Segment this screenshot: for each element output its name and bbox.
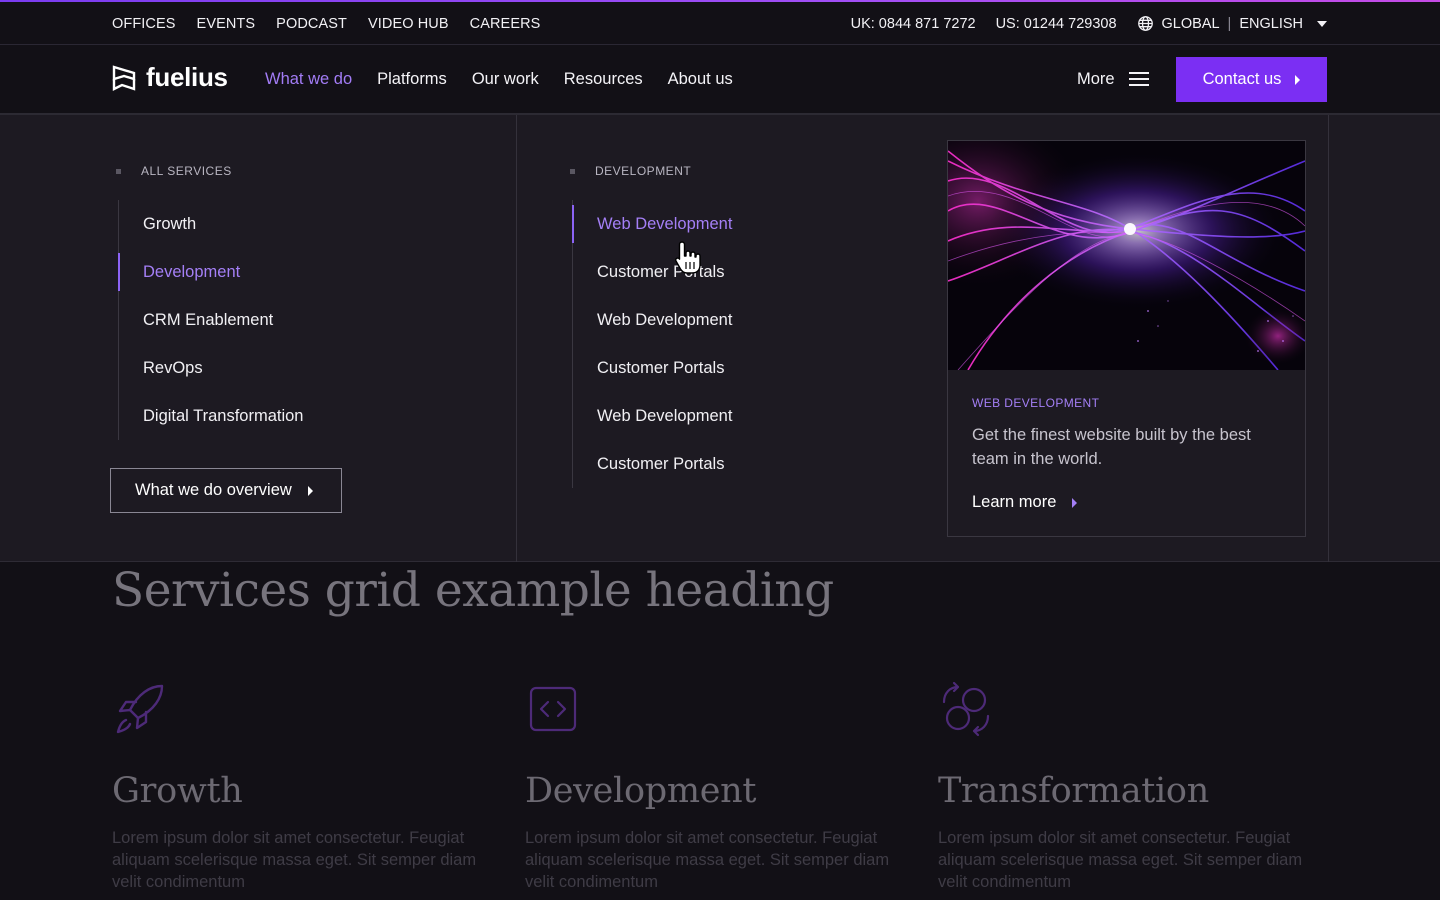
bullet-square-icon [570,168,575,174]
utility-link-offices[interactable]: OFFICES [112,16,176,32]
services-item-development[interactable]: Development [118,248,478,296]
utility-link-events[interactable]: EVENTS [197,16,256,32]
all-services-eyebrow: ALL SERVICES [116,164,232,178]
service-body: Lorem ipsum dolor sit amet consectetur. … [112,829,477,891]
eyebrow-text: ALL SERVICES [141,164,232,178]
nav-what-we-do[interactable]: What we do [265,70,352,89]
globe-icon [1137,16,1153,31]
service-body: Lorem ipsum dolor sit amet consectetur. … [938,829,1303,891]
feature-card[interactable]: WEB DEVELOPMENT Get the finest website b… [947,140,1306,537]
service-card-transformation[interactable]: Transformation Lorem ipsum dolor sit ame… [938,680,1308,893]
chevron-down-icon [1317,20,1327,27]
contact-us-label: Contact us [1202,70,1282,88]
development-list: Web Development Customer Portals Web Dev… [572,200,902,488]
development-item-web-development[interactable]: Web Development [573,296,902,344]
primary-nav: What we do Platforms Our work Resources … [265,45,733,113]
eyebrow-text: DEVELOPMENT [595,164,692,178]
main-header: fuelius What we do Platforms Our work Re… [0,45,1440,115]
nav-resources[interactable]: Resources [564,70,643,89]
utility-bar: OFFICES EVENTS PODCAST VIDEO HUB CAREERS… [0,2,1440,45]
service-title: Transformation [938,771,1209,811]
service-card-development[interactable]: Development Lorem ipsum dolor sit amet c… [525,680,895,893]
development-item-web-development[interactable]: Web Development [572,200,902,248]
caret-right-icon [1295,74,1301,85]
service-card-growth[interactable]: Growth Lorem ipsum dolor sit amet consec… [112,680,482,893]
nav-platforms[interactable]: Platforms [377,70,447,89]
development-item-web-development[interactable]: Web Development [573,392,902,440]
more-label: More [1077,69,1115,88]
development-item-customer-portals[interactable]: Customer Portals [573,344,902,392]
caret-right-icon [1072,497,1078,508]
page-heading: Services grid example heading [112,563,834,618]
language-selector[interactable]: GLOBAL | ENGLISH [1137,15,1327,32]
development-item-customer-portals[interactable]: Customer Portals [573,440,902,488]
more-menu-button[interactable]: More [1077,45,1149,113]
lang-separator: | [1227,15,1232,32]
code-icon [529,686,577,732]
rocket-icon [116,684,164,734]
services-item-revops[interactable]: RevOps [119,344,478,392]
logo-wordmark: fuelius [146,62,228,92]
what-we-do-overview-button[interactable]: What we do overview [110,468,342,513]
service-title: Growth [112,771,243,811]
logo[interactable]: fuelius [112,62,228,93]
learn-more-link[interactable]: Learn more [972,493,1282,512]
bullet-square-icon [116,168,121,174]
transform-icon [942,681,990,737]
services-item-growth[interactable]: Growth [119,200,478,248]
abstract-light-image [948,141,1305,370]
utility-links: OFFICES EVENTS PODCAST VIDEO HUB CAREERS [112,2,540,45]
mega-divider [1328,115,1329,562]
development-item-customer-portals[interactable]: Customer Portals [573,248,902,296]
services-list: Growth Development CRM Enablement RevOps… [118,200,478,440]
utility-contact: UK: 0844 871 7272 US: 01244 729308 GLOBA… [851,2,1327,45]
feature-description: Get the finest website built by the best… [972,426,1251,468]
feature-eyebrow: WEB DEVELOPMENT [972,396,1100,410]
mega-menu: ALL SERVICES Growth Development CRM Enab… [0,115,1440,562]
contact-us-button[interactable]: Contact us [1176,57,1327,102]
service-body: Lorem ipsum dolor sit amet consectetur. … [525,829,890,891]
mega-divider [516,115,517,562]
overview-label: What we do overview [135,481,292,499]
development-eyebrow: DEVELOPMENT [570,164,691,178]
hamburger-icon [1128,72,1149,86]
services-item-digital-transformation[interactable]: Digital Transformation [119,392,478,440]
nav-about-us[interactable]: About us [668,70,733,89]
fuelius-logo-icon [112,64,136,91]
caret-right-icon [307,485,313,496]
region-label: GLOBAL [1161,15,1220,32]
utility-link-podcast[interactable]: PODCAST [276,16,347,32]
phone-uk[interactable]: UK: 0844 871 7272 [851,16,976,32]
service-title: Development [525,771,757,811]
utility-link-careers[interactable]: CAREERS [470,16,541,32]
feature-body: WEB DEVELOPMENT Get the finest website b… [972,396,1282,512]
language-label: ENGLISH [1239,15,1303,32]
phone-us[interactable]: US: 01244 729308 [996,16,1117,32]
learn-more-label: Learn more [972,493,1057,511]
services-item-crm-enablement[interactable]: CRM Enablement [119,296,478,344]
feature-image [948,141,1305,370]
nav-our-work[interactable]: Our work [472,70,539,89]
hand-pointer-cursor-icon [675,241,701,274]
utility-link-video-hub[interactable]: VIDEO HUB [368,16,449,32]
